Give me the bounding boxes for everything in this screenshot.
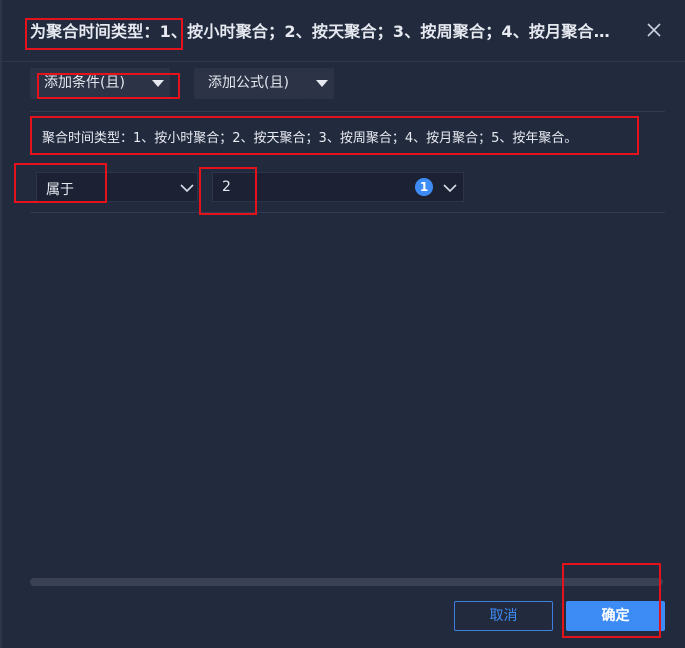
caret-down-icon (316, 80, 328, 87)
operator-value: 属于 (46, 182, 74, 198)
selected-count-badge: 1 (415, 178, 433, 196)
add-condition-dropdown[interactable] (146, 68, 170, 99)
caret-down-icon (152, 80, 164, 87)
left-edge (0, 0, 2, 648)
horizontal-scrollbar[interactable] (30, 578, 663, 586)
add-condition-label: 添加条件(且) (44, 75, 125, 91)
close-button[interactable] (644, 20, 664, 40)
value-text: 2 (222, 179, 231, 195)
condition-description: 聚合时间类型：1、按小时聚合；2、按天聚合；3、按周聚合；4、按月聚合；5、按年… (42, 131, 578, 146)
add-formula-button[interactable]: 添加公式(且) (194, 68, 310, 99)
chevron-down-icon (443, 184, 457, 193)
dialog-header: 为聚合时间类型：1、按小时聚合；2、按天聚合；3、按周聚合；4、按月聚合；5、按… (0, 0, 685, 62)
add-formula-dropdown[interactable] (310, 68, 334, 99)
dialog-title: 为聚合时间类型：1、按小时聚合；2、按天聚合；3、按周聚合；4、按月聚合；5、按… (30, 22, 620, 41)
operator-select[interactable]: 属于 (36, 172, 198, 202)
cancel-button[interactable]: 取消 (454, 601, 553, 631)
filter-dialog: 为聚合时间类型：1、按小时聚合；2、按天聚合；3、按周聚合；4、按月聚合；5、按… (0, 0, 685, 648)
add-condition-button[interactable]: 添加条件(且) (30, 68, 146, 99)
add-formula-label: 添加公式(且) (208, 75, 289, 91)
confirm-button[interactable]: 确定 (566, 601, 665, 631)
close-icon (647, 23, 661, 37)
chevron-down-icon (180, 184, 194, 193)
